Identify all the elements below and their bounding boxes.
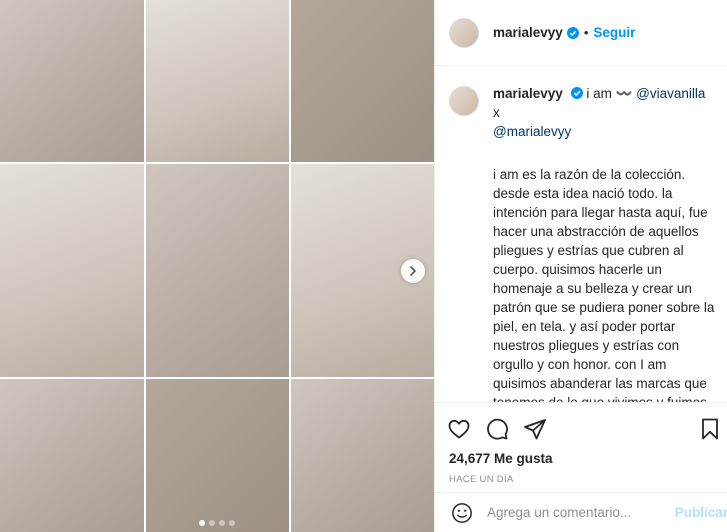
caption-username[interactable]: marialevyy xyxy=(493,86,563,101)
verified-badge-icon xyxy=(570,87,583,99)
next-slide-button[interactable] xyxy=(401,259,425,283)
post-media[interactable] xyxy=(0,0,434,532)
carousel-dot xyxy=(219,520,225,526)
photo-tile xyxy=(291,0,434,162)
share-icon[interactable] xyxy=(523,417,547,441)
emoji-icon[interactable] xyxy=(451,502,473,524)
comment-icon[interactable] xyxy=(485,417,509,441)
heart-icon[interactable] xyxy=(447,417,471,441)
caption-body: i am es la razón de la colección. desde … xyxy=(493,167,715,402)
caption-prefix: i am 〰️ xyxy=(586,86,637,101)
photo-tile xyxy=(146,0,289,162)
caption-title: marialevyy i am 〰️ @viavanilla x @marial… xyxy=(493,84,714,141)
caption-header: marialevyy i am 〰️ @viavanilla x @marial… xyxy=(449,84,714,141)
username-link[interactable]: marialevyy xyxy=(493,25,563,40)
carousel-indicator xyxy=(0,520,434,526)
mention-link[interactable]: @marialevyy xyxy=(493,124,571,139)
post-side-panel: marialevyy • Seguir marialevyy i am 〰️ @… xyxy=(434,0,727,532)
photo-tile xyxy=(146,164,289,377)
action-icons xyxy=(447,417,547,441)
separator: • xyxy=(583,25,589,40)
carousel-dot xyxy=(229,520,235,526)
comment-input[interactable] xyxy=(487,505,671,520)
photo-tile xyxy=(0,164,144,377)
caption-area: marialevyy i am 〰️ @viavanilla x @marial… xyxy=(435,66,727,402)
follow-button[interactable]: Seguir xyxy=(593,25,635,40)
chevron-right-icon xyxy=(410,266,416,276)
photo-tile xyxy=(0,0,144,162)
photo-tile xyxy=(146,379,289,532)
caption-joiner: x xyxy=(493,105,500,120)
mention-link[interactable]: @viavanilla xyxy=(636,86,705,101)
likes-count[interactable]: 24,677 Me gusta xyxy=(449,451,553,466)
photo-tile xyxy=(0,379,144,532)
comment-box: Publicar xyxy=(435,492,727,532)
avatar[interactable] xyxy=(449,17,479,48)
post-time[interactable]: HACE UN DÍA xyxy=(449,474,514,485)
carousel-dot xyxy=(209,520,215,526)
post-header: marialevyy • Seguir xyxy=(435,0,727,66)
bookmark-icon[interactable] xyxy=(698,417,722,441)
avatar[interactable] xyxy=(449,86,479,116)
publish-button[interactable]: Publicar xyxy=(675,505,727,520)
post-actions: 24,677 Me gusta HACE UN DÍA xyxy=(435,402,727,492)
carousel-dot xyxy=(199,520,205,526)
photo-tile xyxy=(291,379,434,532)
verified-badge-icon xyxy=(566,26,579,39)
photo-grid xyxy=(0,0,434,532)
